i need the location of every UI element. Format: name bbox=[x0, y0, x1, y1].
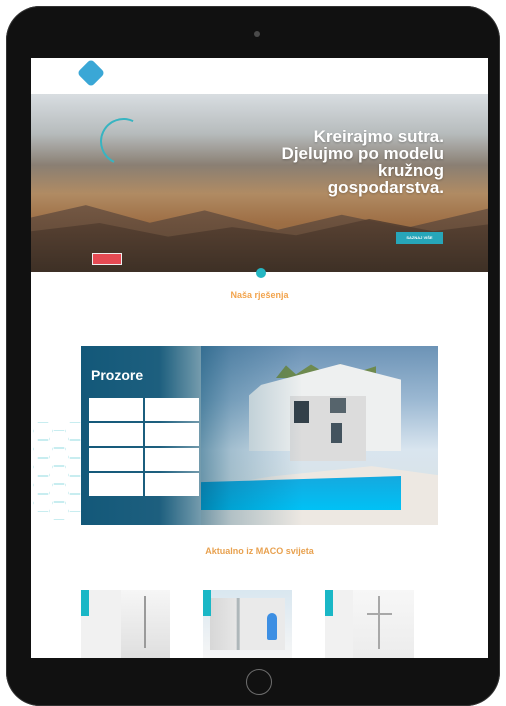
maco-logo-icon[interactable] bbox=[76, 58, 106, 88]
tile-5[interactable] bbox=[89, 448, 143, 471]
tile-6[interactable] bbox=[145, 448, 199, 471]
tile-4[interactable] bbox=[145, 423, 199, 446]
hero-cta-button[interactable]: SAZNAJ VIŠE bbox=[396, 232, 443, 244]
person bbox=[267, 613, 277, 640]
red-flag-logo bbox=[92, 253, 122, 265]
news-tag-2 bbox=[203, 590, 211, 616]
news-card-2[interactable] bbox=[203, 590, 292, 658]
news-tag-3 bbox=[325, 590, 333, 616]
news-card-1[interactable] bbox=[81, 590, 170, 658]
news-image-3 bbox=[353, 590, 414, 658]
circular-globe-icon bbox=[93, 111, 154, 172]
stand-pole bbox=[378, 596, 380, 649]
news-tag-1 bbox=[81, 590, 89, 616]
product-tiles bbox=[89, 398, 201, 496]
home-button[interactable] bbox=[246, 669, 272, 695]
solution-card: Prozore bbox=[81, 346, 438, 525]
card-title: Prozore bbox=[91, 367, 144, 383]
top-navigation-bar bbox=[31, 58, 488, 95]
news-title: Aktualno iz MACO svijeta bbox=[205, 546, 314, 556]
tile-8[interactable] bbox=[145, 473, 199, 496]
website-screen: Kreirajmo sutra. Djelujmo po modelu kruž… bbox=[31, 58, 488, 658]
hero-section: Kreirajmo sutra. Djelujmo po modelu kruž… bbox=[31, 94, 488, 272]
news-product-bar bbox=[144, 596, 146, 648]
solutions-title: Naša rješenja bbox=[230, 290, 289, 300]
front-camera bbox=[254, 31, 260, 37]
hero-title: Kreirajmo sutra. Djelujmo po modelu kruž… bbox=[281, 127, 444, 197]
stand-arm bbox=[367, 613, 392, 615]
tile-7[interactable] bbox=[89, 473, 143, 496]
tile-1[interactable] bbox=[89, 398, 143, 421]
tile-3[interactable] bbox=[89, 423, 143, 446]
news-card-3[interactable] bbox=[325, 590, 414, 658]
section-icon bbox=[256, 268, 266, 278]
tile-2[interactable] bbox=[145, 398, 199, 421]
